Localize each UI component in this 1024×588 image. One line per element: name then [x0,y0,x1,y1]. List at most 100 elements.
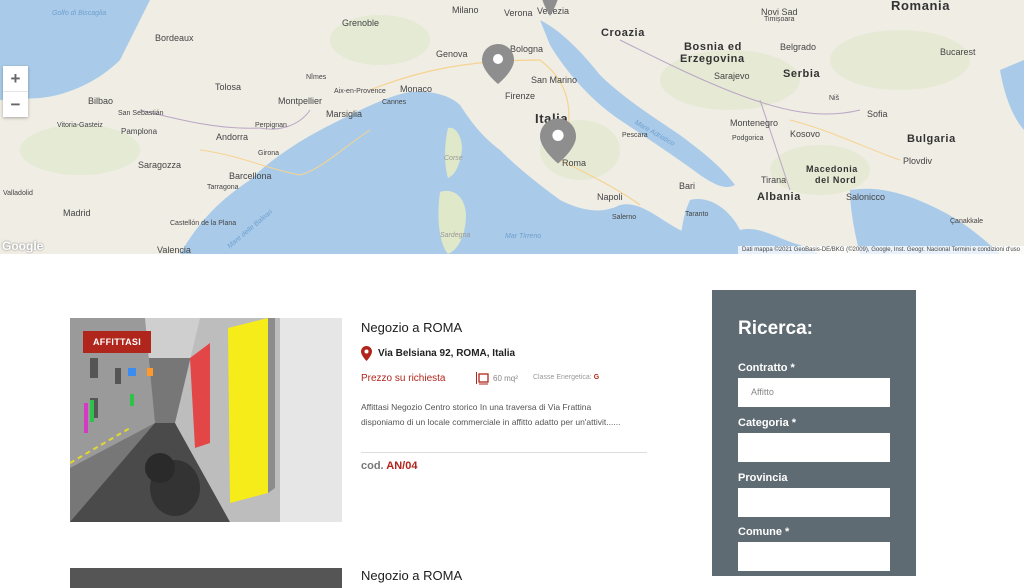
map-attribution[interactable]: Dati mappa ©2021 GeoBasis-DE/BKG (©2009)… [737,246,1024,254]
map-label-montenegro: Montenegro [730,118,779,128]
map-label-podgorica: Podgorica [732,135,764,142]
map-label-tirana: Tirana [761,175,787,185]
map-label-napoli: Napoli [597,192,623,202]
zoom-control: + − [3,66,28,117]
map-label-serbia: Serbia [783,68,821,80]
map-label-genova: Genova [436,49,468,59]
map-label-del-nord: del Nord [815,175,857,185]
divider [361,452,647,453]
map-label-golfo: Golfo di Biscaglia [52,10,107,17]
map-marker-icon[interactable] [482,44,514,84]
map-label-firenze: Firenze [505,91,536,101]
listing-energy: Classe Energetica: G [533,374,599,381]
map-label-pescara: Pescara [622,132,648,139]
listing-code: cod. AN/04 [361,460,417,472]
listing-code-label: cod. [361,460,384,472]
map-label-tolosa: Tolosa [215,82,242,92]
map-label-milano: Milano [452,5,479,15]
listing-area-text: 60 mq² [493,373,518,383]
listing-price: Prezzo su richiesta [361,373,446,384]
map-label-salerno: Salerno [612,214,637,221]
map-label-san-sebastian: San Sebastián [118,110,164,117]
map-label-saragozza: Saragozza [138,160,182,170]
listing-badge: AFFITTASI [83,331,152,353]
map-label-taranto: Taranto [685,211,709,218]
map-label-macedonia: Macedonia [806,164,858,174]
map-label-corse: Corse [444,155,463,162]
listing-area: 60 mq² [475,371,518,385]
comune-select[interactable] [738,542,890,571]
map-label-barcellona: Barcellona [229,171,272,181]
map-label-montpellier: Montpellier [278,96,323,106]
map-label-salonicco: Salonicco [846,192,886,202]
map-label-romania: Romania [891,0,951,13]
map-label-albania: Albania [757,191,801,203]
listing-card: Negozio a ROMA [70,568,650,588]
map[interactable]: Golfo di Biscaglia Grenoble Milano Veron… [0,0,1024,254]
map-label-madrid: Madrid [63,208,91,218]
listing-address-text: Via Belsiana 92, ROMA, Italia [378,348,516,359]
map-label-sofia: Sofia [867,109,888,119]
map-label-aix: Aix-en-Provence [334,88,386,95]
map-label-bologna: Bologna [510,44,544,54]
listing-title[interactable]: Negozio a ROMA [361,320,462,335]
map-label-vitoria: Vitoria-Gasteiz [57,122,103,129]
map-label-andorra: Andorra [216,132,249,142]
map-label-bucarest: Bucarest [940,47,976,57]
map-label-girona: Girona [258,150,280,157]
map-label-plovdiv: Plovdiv [903,156,933,166]
map-label-bordeaux: Bordeaux [155,33,194,43]
map-label-timisoara: Timișoara [764,16,795,23]
zoom-out-button[interactable]: − [3,92,28,117]
listing-photo[interactable]: AFFITTASI [70,318,342,522]
map-label-grenoble: Grenoble [342,18,380,28]
google-logo: Google [2,239,44,253]
map-label-belgrado: Belgrado [780,42,817,52]
map-marker-icon[interactable] [540,118,576,164]
map-label-marsiglia: Marsiglia [326,109,363,119]
map-label-cannes: Cannes [382,99,407,106]
contratto-label: Contratto * [738,362,795,374]
map-label-castellon: Castellón de la Plana [170,220,237,227]
contratto-select[interactable]: Affitto [738,378,890,407]
map-label-nimes: Nîmes [306,74,327,81]
area-icon [476,372,489,385]
map-label-bilbao: Bilbao [88,96,114,106]
energy-value: G [593,374,600,381]
zoom-in-button[interactable]: + [3,66,28,92]
map-label-sarajevo: Sarajevo [714,71,750,81]
map-marker-icon[interactable] [538,0,562,16]
map-label-valencia: Valencia [157,245,191,255]
listing-photo[interactable] [70,568,342,588]
map-label-sardegna: Sardegna [440,232,471,239]
provincia-select[interactable] [738,488,890,517]
map-label-pamplona: Pamplona [121,127,158,136]
map-label-valladolid: Valladolid [3,190,33,197]
comune-label: Comune * [738,526,790,538]
map-label-bari: Bari [679,181,696,191]
listing-address: Via Belsiana 92, ROMA, Italia [361,346,515,361]
listing-card: AFFITTASI Negozio a ROMA Via Belsiana 92… [70,318,650,522]
search-panel: Ricerca: Contratto * Affitto Categoria *… [712,290,916,576]
map-label-croazia: Croazia [601,27,645,39]
map-label-perpignan: Perpignan [255,122,287,129]
map-label-erzegovina: Erzegovina [680,53,745,65]
map-label-tarragona: Tarragona [207,184,239,191]
map-label-kosovo: Kosovo [790,129,821,139]
provincia-label: Provincia [738,472,788,484]
categoria-select[interactable] [738,433,890,462]
listing-code-value: AN/04 [386,460,418,472]
categoria-label: Categoria * [738,417,797,429]
energy-label: Classe Energetica: [533,374,592,381]
map-label-nis: Niš [829,95,840,102]
map-label-mar-tirreno: Mar Tirreno [505,233,542,240]
map-label-verona: Verona [504,8,533,18]
map-label-bosnia: Bosnia ed [684,41,742,53]
map-pin-icon [361,346,372,361]
map-label-san-marino: San Marino [531,75,578,85]
listing-description: Affittasi Negozio Centro storico In una … [361,402,621,427]
map-label-bulgaria: Bulgaria [907,133,956,145]
map-label-monaco: Monaco [400,84,433,94]
search-panel-title: Ricerca: [738,318,813,339]
map-label-canakkale: Çanakkale [950,218,984,225]
